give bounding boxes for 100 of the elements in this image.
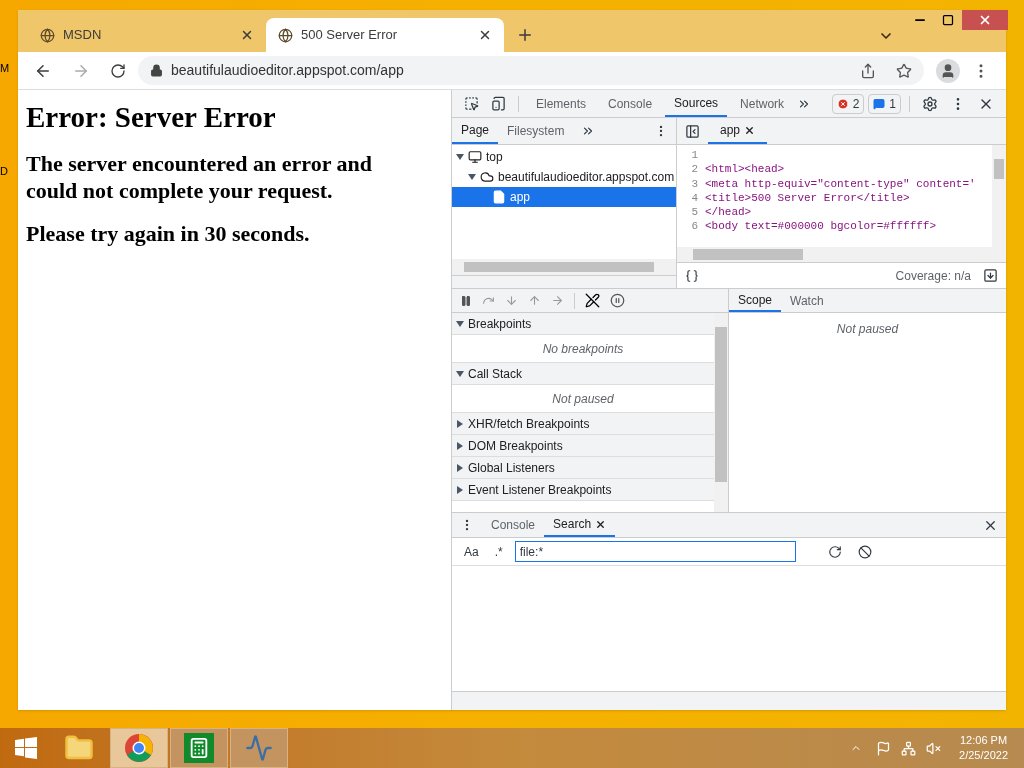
- browser-tab[interactable]: MSDN: [28, 18, 266, 52]
- editor-tab[interactable]: app: [708, 118, 768, 144]
- settings-icon[interactable]: [922, 95, 938, 112]
- step-icon[interactable]: [551, 294, 564, 307]
- expanded-arrow-icon[interactable]: [456, 319, 464, 328]
- code-line: <html><head>: [705, 162, 785, 177]
- new-tab-icon[interactable]: [516, 26, 534, 44]
- taskbar-app[interactable]: [230, 728, 288, 768]
- section-header[interactable]: Breakpoints: [452, 313, 714, 335]
- search-input[interactable]: file:*: [514, 541, 796, 562]
- tree-item[interactable]: beautifulaudioeditor.appspot.com: [452, 167, 676, 187]
- resource-monitor-icon: [245, 734, 273, 762]
- error-message: Please try again in 30 seconds.: [26, 220, 311, 247]
- inspect-icon[interactable]: [464, 96, 479, 111]
- code-line: <title>500 Server Error</title>: [705, 190, 910, 206]
- toggle-drawer-icon[interactable]: [983, 268, 998, 283]
- error-message: The server encountered an error and could not complete your request.: [26, 150, 374, 204]
- step-out-icon[interactable]: [528, 294, 541, 307]
- network-icon[interactable]: [901, 740, 917, 756]
- frame-icon: [468, 150, 482, 164]
- collapsed-arrow-icon[interactable]: [456, 419, 464, 428]
- expanded-arrow-icon[interactable]: [468, 173, 476, 181]
- sidebar-tab[interactable]: Scope: [729, 289, 782, 312]
- tab-title: MSDN: [63, 26, 103, 45]
- taskbar-app[interactable]: [170, 728, 228, 768]
- lock-icon: [150, 64, 163, 77]
- code-line: </head>: [705, 205, 752, 220]
- close-tab-icon[interactable]: [595, 518, 607, 530]
- code-line: <meta http-equiv="content-type" content=': [705, 176, 976, 191]
- error-count-badge[interactable]: 2: [831, 93, 865, 114]
- line-number: 5: [690, 205, 699, 220]
- share-icon[interactable]: [860, 62, 876, 79]
- tree-item[interactable]: top: [452, 147, 676, 167]
- collapsed-arrow-icon[interactable]: [456, 485, 464, 494]
- regex-button[interactable]: .*: [490, 542, 507, 561]
- expanded-arrow-icon[interactable]: [456, 153, 464, 161]
- pause-icon[interactable]: [460, 294, 472, 307]
- domain-icon: [480, 170, 494, 184]
- section-header[interactable]: DOM Breakpoints: [452, 435, 714, 457]
- toggle-navigator-icon[interactable]: [685, 123, 700, 139]
- refresh-icon[interactable]: [827, 544, 842, 559]
- desktop-icon-label: M: [0, 61, 10, 76]
- close-tab-icon[interactable]: [478, 28, 492, 42]
- bookmark-star-icon[interactable]: [896, 62, 912, 79]
- maximize-icon: [942, 14, 954, 26]
- globe-icon: [40, 27, 55, 43]
- collapsed-arrow-icon[interactable]: [456, 441, 464, 450]
- close-icon: [978, 13, 992, 27]
- vertical-scrollbar[interactable]: [992, 145, 1006, 247]
- navigator-tab[interactable]: Page: [452, 118, 499, 144]
- calculator-icon: [184, 733, 214, 763]
- drawer-tab[interactable]: Search: [544, 513, 616, 537]
- address-bar[interactable]: beautifulaudioeditor.appspot.com/app: [138, 56, 924, 85]
- action-center-flag-icon[interactable]: [876, 740, 892, 756]
- devtools-tab[interactable]: Network: [731, 90, 794, 117]
- taskbar-app[interactable]: [110, 728, 168, 768]
- horizontal-scrollbar[interactable]: [677, 247, 1006, 262]
- browser-tab[interactable]: 500 Server Error: [266, 18, 504, 52]
- section-header[interactable]: Global Listeners: [452, 457, 714, 479]
- message-count-badge[interactable]: 1: [868, 93, 901, 114]
- muted-speaker-icon[interactable]: [926, 740, 942, 756]
- devtools-tab[interactable]: Elements: [527, 90, 596, 117]
- drawer-tab[interactable]: Console: [482, 513, 545, 537]
- tab-title: 500 Server Error: [301, 26, 399, 45]
- coverage-status: Coverage: n/a: [895, 267, 971, 285]
- navigator-tab[interactable]: Filesystem: [498, 118, 574, 144]
- close-tab-icon[interactable]: [744, 124, 756, 136]
- empty-message: Not paused: [552, 390, 614, 408]
- section-header[interactable]: Event Listener Breakpoints: [452, 479, 714, 501]
- chrome-logo-icon: [124, 733, 154, 763]
- windows-logo-icon[interactable]: [14, 736, 38, 760]
- reload-icon[interactable]: [110, 62, 126, 79]
- clear-icon[interactable]: [857, 544, 872, 559]
- section-header[interactable]: XHR/fetch Breakpoints: [452, 413, 714, 435]
- line-number: 4: [690, 190, 699, 206]
- expanded-arrow-icon[interactable]: [456, 369, 464, 378]
- pretty-print-icon[interactable]: [685, 268, 699, 283]
- section-header[interactable]: Call Stack: [452, 363, 714, 385]
- code-line: <body text=#000000 bgcolor=#ffffff>: [705, 219, 937, 234]
- globe-icon: [278, 27, 293, 43]
- error-heading: Error: Server Error: [26, 100, 277, 134]
- devtools-tab[interactable]: Console: [599, 90, 662, 117]
- profile-avatar[interactable]: [936, 58, 960, 83]
- step-into-icon[interactable]: [505, 294, 518, 307]
- close-tab-icon[interactable]: [240, 28, 254, 42]
- file-icon: [492, 190, 506, 204]
- line-number: 3: [690, 176, 699, 191]
- desktop-icon-label: D: [0, 164, 8, 179]
- empty-message: Not paused: [836, 321, 899, 338]
- match-case-button[interactable]: Aa: [460, 542, 483, 561]
- line-number: 6: [690, 219, 699, 234]
- line-number: 2: [690, 162, 699, 177]
- vertical-scrollbar[interactable]: [714, 313, 728, 512]
- pause-on-exceptions-icon[interactable]: [610, 293, 625, 308]
- collapsed-arrow-icon[interactable]: [456, 463, 464, 472]
- horizontal-scrollbar[interactable]: [452, 259, 676, 275]
- sidebar-tab[interactable]: Watch: [781, 289, 833, 312]
- tree-item[interactable]: app: [452, 187, 676, 207]
- deactivate-breakpoints-icon[interactable]: [585, 293, 600, 308]
- device-toolbar-icon[interactable]: [491, 96, 506, 111]
